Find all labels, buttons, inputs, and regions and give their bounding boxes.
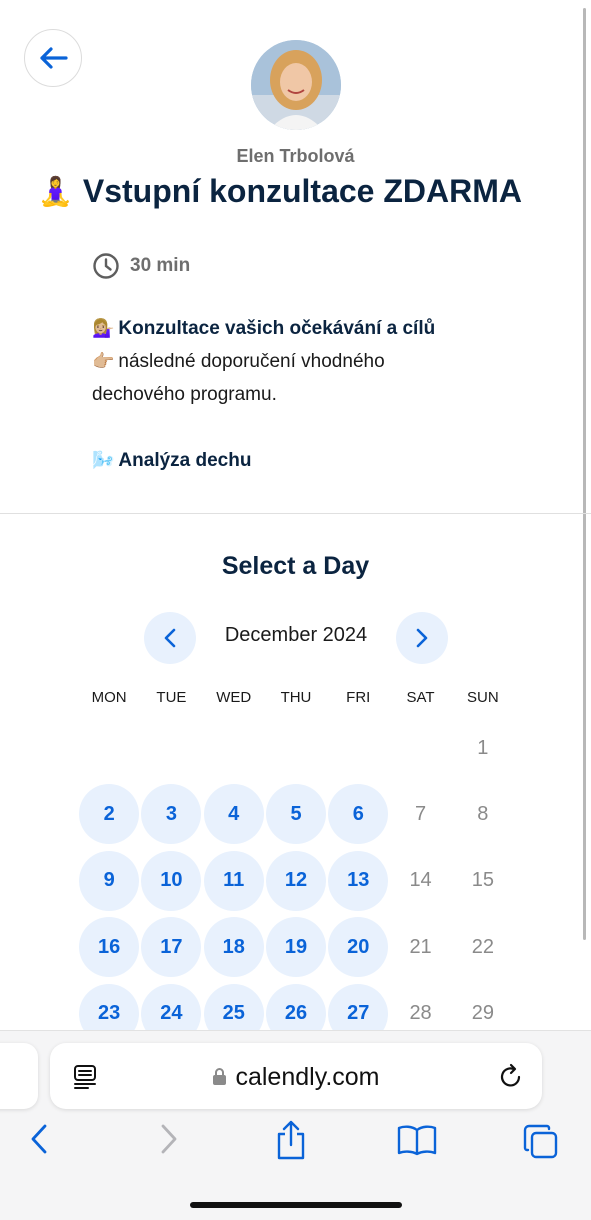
- pointing-emoji: 👉🏼: [92, 351, 115, 371]
- calendar-day-unavailable: 8: [477, 802, 489, 825]
- chevron-right-icon: [416, 628, 428, 648]
- description-line-text: následné doporučení vhodného: [118, 351, 385, 372]
- calendar-day-available[interactable]: 16: [79, 917, 140, 977]
- calendar-day-unavailable: 15: [471, 869, 494, 891]
- calendar-day-available[interactable]: 4: [203, 784, 264, 844]
- description-line-text: Konzultace vašich očekávání a cílů: [118, 318, 436, 339]
- calendar-day-available[interactable]: 6: [328, 784, 389, 844]
- description-line: 💁🏼‍♀️ Konzultace vašich očekávání a cílů: [92, 312, 562, 345]
- book-icon[interactable]: [396, 1123, 438, 1157]
- event-description: 💁🏼‍♀️ Konzultace vašich očekávání a cílů …: [92, 312, 562, 477]
- previous-tab-preview[interactable]: [0, 1043, 38, 1109]
- reload-icon[interactable]: [498, 1063, 524, 1091]
- calendar-day-available[interactable]: 26: [266, 983, 326, 1030]
- calendar-day-unavailable: 22: [471, 935, 494, 958]
- weekday-label: MON: [91, 689, 127, 706]
- calendar-day-available[interactable]: 25: [203, 983, 264, 1030]
- browser-forward-icon[interactable]: [158, 1123, 180, 1155]
- person-emoji: 💁🏼‍♀️: [92, 318, 115, 338]
- calendar-day-available[interactable]: 19: [266, 917, 326, 977]
- calendar-day-unavailable: 14: [409, 869, 432, 891]
- browser-back-icon[interactable]: [28, 1123, 50, 1155]
- section-divider: [0, 513, 591, 514]
- weekday-label: SAT: [406, 689, 435, 706]
- event-duration: 30 min: [92, 252, 190, 280]
- calendar-day-available[interactable]: 13: [328, 850, 389, 911]
- browser-toolbar: calendly.com: [0, 1030, 591, 1220]
- weekday-label: WED: [216, 689, 252, 706]
- calendar-day-available[interactable]: 24: [141, 983, 202, 1030]
- weekday-header: MON TUE WED THU FRI SAT SUN: [78, 689, 514, 706]
- calendar-day-available[interactable]: 23: [79, 983, 140, 1030]
- description-line: 🌬️ Analýza dechu: [92, 444, 562, 477]
- calendar-day-available[interactable]: 18: [203, 917, 264, 977]
- host-name: Elen Trbolová: [236, 146, 355, 166]
- calendar-day-unavailable: 21: [409, 935, 432, 958]
- calendar-day-unavailable: 29: [471, 1002, 494, 1024]
- calendar-day-available[interactable]: 9: [79, 850, 140, 911]
- weekday-label: FRI: [346, 689, 371, 706]
- chevron-left-icon: [164, 628, 176, 648]
- event-details: Elen Trbolová 🧘‍♀️ Vstupní konzultace ZD…: [0, 0, 591, 514]
- share-icon[interactable]: [274, 1119, 308, 1161]
- weekday-label: SUN: [466, 689, 499, 706]
- month-label: December 2024: [224, 624, 368, 646]
- duration-text: 30 min: [130, 255, 191, 276]
- clock-icon: [93, 253, 119, 279]
- calendar-day-available[interactable]: 10: [141, 850, 202, 911]
- calendar-day-unavailable: 28: [409, 1002, 432, 1024]
- calendar-day-available[interactable]: 12: [266, 850, 326, 911]
- url-text: calendly.com: [235, 1063, 380, 1091]
- calendar-day-available[interactable]: 20: [328, 917, 389, 977]
- back-button[interactable]: [24, 29, 82, 87]
- event-title-text: Vstupní konzultace ZDARMA: [82, 173, 522, 209]
- description-line: 👉🏼 následné doporučení vhodného: [92, 345, 562, 378]
- next-month-button[interactable]: [396, 612, 448, 664]
- url-display[interactable]: calendly.com: [50, 1063, 542, 1092]
- weekday-label: TUE: [156, 689, 187, 706]
- description-line-text: Analýza dechu: [118, 450, 252, 471]
- weekday-label: THU: [280, 689, 312, 706]
- calendar-day-available[interactable]: 27: [328, 983, 389, 1030]
- home-indicator: [190, 1202, 402, 1208]
- previous-month-button[interactable]: [144, 612, 196, 664]
- lock-icon: [213, 1068, 227, 1085]
- calendar-day-available[interactable]: 3: [141, 784, 202, 844]
- description-line: dechového programu.: [92, 384, 277, 405]
- calendar-day-unavailable: 7: [415, 802, 427, 825]
- event-title: 🧘‍♀️ Vstupní konzultace ZDARMA: [38, 173, 578, 210]
- wind-emoji: 🌬️: [92, 450, 115, 470]
- avatar: [251, 40, 341, 130]
- calendar-day-available[interactable]: 5: [266, 784, 326, 844]
- select-day-title: Select a Day: [221, 552, 370, 580]
- calendar-day-unavailable: 1: [477, 736, 489, 759]
- tabs-icon[interactable]: [522, 1123, 560, 1161]
- arrow-left-icon: [40, 47, 68, 69]
- calendar-day-available[interactable]: 2: [79, 784, 140, 844]
- address-bar[interactable]: calendly.com: [50, 1043, 542, 1109]
- meditation-emoji: 🧘‍♀️: [38, 176, 73, 207]
- calendar-day-available[interactable]: 17: [141, 917, 202, 977]
- calendar-grid: 1 2 3 4 5 6 7 8 9 10 11 12 13 14 15 16 17 18 19 20 21 22 23 24 2…: [78, 716, 514, 1030]
- calendar-day-available[interactable]: 11: [203, 850, 264, 911]
